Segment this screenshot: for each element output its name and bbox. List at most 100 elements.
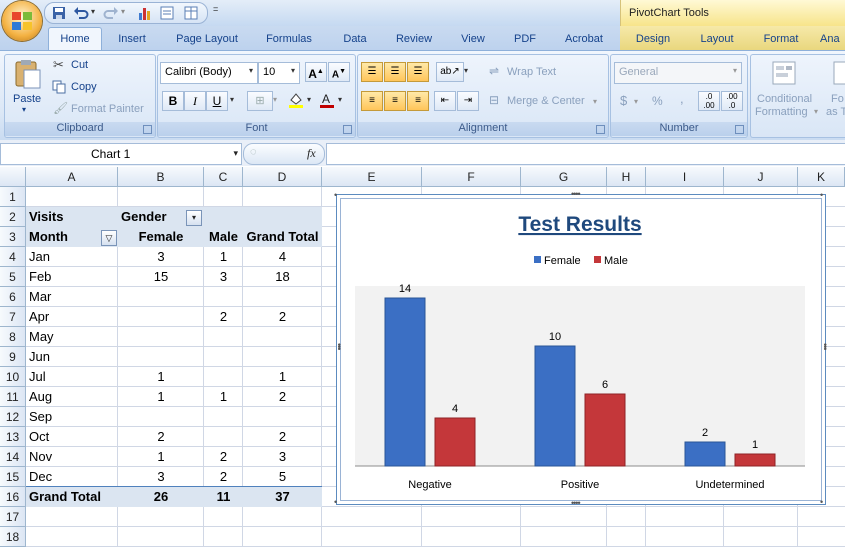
grow-font-icon[interactable]: A▲: [305, 62, 327, 82]
underline-dropdown-icon[interactable]: ▾: [230, 95, 234, 104]
x-tick-label-negative[interactable]: Negative: [408, 479, 451, 491]
pivot-female-cell[interactable]: [118, 307, 204, 327]
pivot-month-cell[interactable]: Feb: [26, 267, 118, 287]
chart-resize-handle-top-left[interactable]: •: [334, 190, 337, 200]
align-top-icon[interactable]: ☰: [361, 62, 383, 82]
chart-resize-handle-right[interactable]: •••: [820, 343, 830, 349]
row-header-12[interactable]: 12: [0, 407, 26, 427]
chart-resize-handle-bottom-right[interactable]: •: [820, 497, 823, 507]
name-box-dropdown-icon[interactable]: ▾: [233, 148, 238, 159]
month-filter-icon[interactable]: ▽: [101, 230, 117, 246]
column-header-k[interactable]: K: [798, 167, 845, 187]
customize-qat-button[interactable]: =: [213, 4, 223, 18]
pivot-female-cell[interactable]: 3: [118, 247, 204, 267]
legend-swatch-female[interactable]: [534, 256, 541, 263]
x-tick-label-positive[interactable]: Positive: [561, 479, 600, 491]
tab-layout[interactable]: Layout: [693, 30, 741, 48]
grand-total-male[interactable]: 11: [204, 487, 243, 507]
pivot-female-cell[interactable]: [118, 327, 204, 347]
bar-female-positive[interactable]: [534, 345, 576, 467]
grand-total-total[interactable]: 37: [243, 487, 322, 507]
row-header-14[interactable]: 14: [0, 447, 26, 467]
column-header-h[interactable]: H: [607, 167, 646, 187]
pivot-female-cell[interactable]: [118, 347, 204, 367]
tab-page-layout[interactable]: Page Layout: [170, 30, 244, 48]
row-header-9[interactable]: 9: [0, 347, 26, 367]
column-header-a[interactable]: A: [26, 167, 118, 187]
chart-icon[interactable]: [137, 5, 153, 21]
undo-icon[interactable]: [73, 5, 89, 21]
chart-resize-handle-bottom[interactable]: ••••: [571, 498, 581, 508]
row-header-8[interactable]: 8: [0, 327, 26, 347]
pivot-month-cell[interactable]: Apr: [26, 307, 118, 327]
row-header-13[interactable]: 13: [0, 427, 26, 447]
row-header-6[interactable]: 6: [0, 287, 26, 307]
formula-input[interactable]: [326, 143, 845, 165]
pivot-month-cell[interactable]: Nov: [26, 447, 118, 467]
bar-female-negative[interactable]: [384, 297, 426, 467]
font-size-select[interactable]: 10 ▾: [258, 62, 300, 84]
insert-function-button[interactable]: fx: [307, 146, 316, 161]
pivot-female-cell[interactable]: 1: [118, 387, 204, 407]
conditional-formatting-label-2[interactable]: Formatting: [755, 106, 808, 118]
format-as-table-label-1[interactable]: Fo: [831, 93, 844, 105]
pivot-male-cell[interactable]: [204, 367, 243, 387]
tab-format[interactable]: Format: [756, 30, 806, 48]
tab-review[interactable]: Review: [389, 30, 439, 48]
row-header-10[interactable]: 10: [0, 367, 26, 387]
pivot-male-cell[interactable]: [204, 347, 243, 367]
wrap-text-button[interactable]: Wrap Text: [507, 66, 556, 78]
fill-color-icon[interactable]: [287, 91, 305, 109]
font-family-dropdown-icon[interactable]: ▾: [249, 66, 253, 75]
pivot-month-cell[interactable]: Aug: [26, 387, 118, 407]
pivot-female-cell[interactable]: 1: [118, 367, 204, 387]
legend-label-male[interactable]: Male: [604, 255, 628, 267]
align-right-icon[interactable]: ≡: [407, 91, 429, 111]
conditional-formatting-icon[interactable]: [771, 60, 801, 88]
column-header-g[interactable]: G: [521, 167, 607, 187]
column-header-e[interactable]: E: [322, 167, 422, 187]
name-box[interactable]: Chart 1 ▾: [0, 143, 242, 165]
data-label-female-positive[interactable]: 10: [549, 331, 561, 343]
format-painter-button[interactable]: Format Painter: [71, 103, 144, 115]
align-left-icon[interactable]: ≡: [361, 91, 383, 111]
row-header-4[interactable]: 4: [0, 247, 26, 267]
pivot-female-cell[interactable]: 1: [118, 447, 204, 467]
pivot-month-cell[interactable]: Jan: [26, 247, 118, 267]
merge-center-icon[interactable]: ⊟: [489, 93, 499, 107]
number-format-dropdown-icon[interactable]: ▾: [733, 66, 737, 75]
pivot-grand-total-header[interactable]: Grand Total: [243, 227, 322, 247]
format-painter-icon[interactable]: 🖌: [53, 101, 68, 115]
cut-icon[interactable]: ✂: [53, 57, 64, 73]
align-bottom-icon[interactable]: ☰: [407, 62, 429, 82]
shrink-font-icon[interactable]: A▼: [328, 62, 350, 82]
tab-acrobat[interactable]: Acrobat: [558, 30, 610, 48]
pivot-month-cell[interactable]: May: [26, 327, 118, 347]
decrease-decimal-icon[interactable]: .00.0: [721, 91, 743, 111]
row-header-11[interactable]: 11: [0, 387, 26, 407]
tab-formulas[interactable]: Formulas: [259, 30, 319, 48]
chart-resize-handle-bottom-left[interactable]: •: [334, 497, 337, 507]
gender-filter-dropdown-icon[interactable]: ▾: [186, 210, 202, 226]
row-header-15[interactable]: 15: [0, 467, 26, 487]
pivot-total-cell[interactable]: 5: [243, 467, 322, 487]
save-icon[interactable]: [51, 5, 67, 21]
pivot-month-cell[interactable]: Jun: [26, 347, 118, 367]
merge-center-button[interactable]: Merge & Center: [507, 95, 585, 107]
pivot-male-header[interactable]: Male: [204, 227, 243, 247]
pivot-total-cell[interactable]: [243, 287, 322, 307]
pivot-male-cell[interactable]: [204, 427, 243, 447]
font-dialog-launcher[interactable]: [343, 125, 352, 134]
decrease-indent-icon[interactable]: ⇤: [434, 91, 456, 111]
pivot-female-cell[interactable]: [118, 287, 204, 307]
number-dialog-launcher[interactable]: [735, 125, 744, 134]
data-label-male-positive[interactable]: 6: [602, 379, 608, 391]
paste-dropdown-icon[interactable]: ▾: [22, 105, 26, 114]
column-header-f[interactable]: F: [422, 167, 521, 187]
pivot-male-cell[interactable]: [204, 287, 243, 307]
grand-total-female[interactable]: 26: [118, 487, 204, 507]
data-label-female-undetermined[interactable]: 2: [702, 427, 708, 439]
pivot-total-cell[interactable]: [243, 347, 322, 367]
row-header-3[interactable]: 3: [0, 227, 26, 247]
pivot-female-header[interactable]: Female: [118, 227, 204, 247]
